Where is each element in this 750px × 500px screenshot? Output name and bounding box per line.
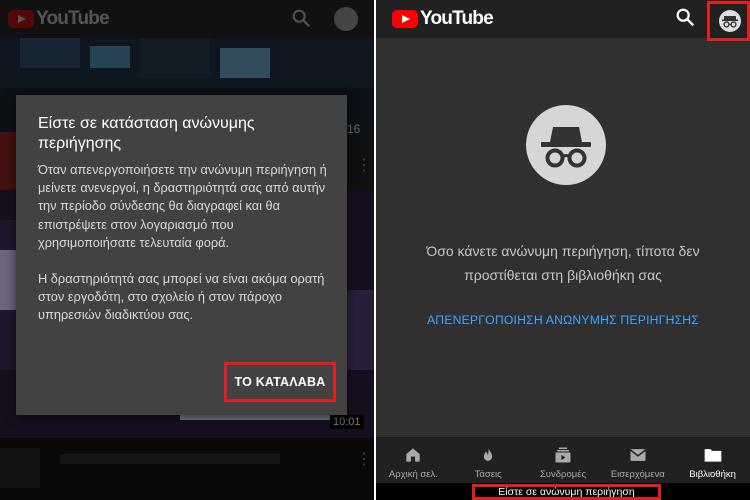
- incognito-status-bar: Είστε σε ανώνυμη περιήγηση: [376, 483, 750, 500]
- inbox-icon: [629, 449, 646, 461]
- screenshot-root: YouTube 16 10:01 ⋮ ⋮ Είστε σε κατάσταση …: [0, 0, 750, 500]
- home-icon: [406, 448, 421, 462]
- nav-label: Αρχική σελ.: [388, 469, 438, 480]
- empty-library-message: Όσο κάνετε ανώνυμη περιήγηση, τίποτα δεν…: [426, 243, 700, 283]
- nav-label: Τάσεις: [474, 469, 502, 480]
- dialog-title: Είστε σε κατάσταση ανώνυμης περιήγησης: [38, 115, 255, 152]
- search-icon[interactable]: [674, 6, 696, 28]
- dialog-paragraph: Η δραστηριότητά σας μπορεί να είναι ακόμ…: [38, 271, 325, 323]
- right-screen: YouTube Όσο κάνετε ανώνυμη περιήγηση, τί…: [376, 0, 750, 500]
- left-screen: YouTube 16 10:01 ⋮ ⋮ Είστε σε κατάσταση …: [0, 0, 374, 500]
- trending-icon: [484, 447, 493, 461]
- youtube-play-icon: [392, 10, 418, 28]
- incognito-info-dialog: Είστε σε κατάσταση ανώνυμης περιήγησης Ό…: [16, 95, 347, 415]
- nav-item-inbox[interactable]: Εισερχόμενα: [600, 438, 675, 483]
- got-it-button[interactable]: ΤΟ ΚΑΤΑΛΑΒΑ: [224, 362, 336, 402]
- incognito-icon: [526, 105, 606, 185]
- nav-item-subscriptions[interactable]: Συνδρομές: [526, 438, 601, 483]
- subscriptions-icon: [555, 447, 571, 463]
- nav-label: Βιβλιοθήκη: [689, 469, 736, 480]
- incognito-avatar-icon: [719, 10, 741, 32]
- bottom-navigation: Αρχική σελ. Τάσεις Συνδρομές Εισερχόμενα…: [376, 437, 750, 483]
- library-icon: [704, 449, 721, 462]
- incognito-status-text: Είστε σε ανώνυμη περιήγηση: [472, 484, 661, 500]
- youtube-wordmark: YouTube: [420, 8, 494, 29]
- nav-item-home[interactable]: Αρχική σελ.: [376, 438, 451, 483]
- youtube-logo[interactable]: YouTube: [392, 8, 494, 30]
- nav-item-trending[interactable]: Τάσεις: [451, 438, 526, 483]
- account-button[interactable]: [707, 1, 750, 41]
- dialog-paragraph: Όταν απενεργοποιήσετε την ανώνυμη περιήγ…: [38, 162, 327, 250]
- nav-label: Συνδρομές: [539, 469, 587, 480]
- nav-label: Εισερχόμενα: [610, 469, 665, 480]
- nav-item-library[interactable]: Βιβλιοθήκη: [675, 438, 750, 483]
- top-app-bar: YouTube: [376, 0, 750, 41]
- turn-off-incognito-link[interactable]: ΑΠΕΝΕΡΓΟΠΟΙΗΣΗ ΑΝΩΝΥΜΗΣ ΠΕΡΙΗΓΗΣΗΣ: [376, 313, 750, 327]
- dialog-body: Όταν απενεργοποιήσετε την ανώνυμη περιήγ…: [38, 161, 333, 343]
